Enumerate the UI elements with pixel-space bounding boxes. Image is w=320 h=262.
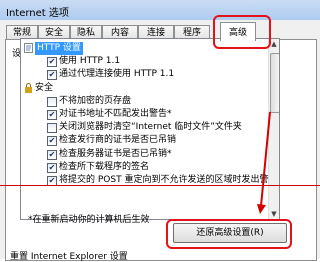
settings-option-row[interactable]: ✔ 检查服务器证书是否已吊销* — [21, 148, 267, 161]
option-checkbox[interactable]: ✔ — [47, 70, 57, 81]
option-label: 检查发行商的证书是否已吊销 — [59, 135, 177, 146]
settings-option-row[interactable]: 不将加密的页存盘 — [21, 95, 267, 108]
option-label: 检查所下载程序的签名 — [59, 161, 150, 172]
option-label: 不将加密的页存盘 — [59, 95, 132, 106]
window-title: Internet 选项 — [6, 8, 69, 19]
settings-group-row[interactable]: 安全 — [21, 82, 267, 95]
option-label: 安全 — [35, 82, 54, 93]
option-label: 对证书地址不匹配发出警告* — [59, 109, 172, 119]
option-checkbox[interactable]: ✔ — [47, 149, 57, 160]
scroll-thumb[interactable] — [270, 53, 279, 113]
scroll-down-arrow-icon[interactable]: ▼ — [269, 209, 279, 219]
option-checkbox[interactable]: ✔ — [47, 110, 57, 120]
option-checkbox[interactable]: ✔ — [47, 57, 57, 68]
settings-option-row[interactable]: 关闭浏览器时清空“Internet 临时文件”文件夹 — [21, 121, 267, 134]
option-label: 通过代理连接使用 HTTP 1.1 — [59, 69, 175, 80]
option-checkbox[interactable]: ✔ — [47, 162, 57, 173]
option-checkbox[interactable] — [47, 96, 57, 107]
option-label: 关闭浏览器时清空“Internet 临时文件”文件夹 — [59, 122, 242, 133]
restart-note: *在重新启动你的计算机后生效 — [28, 215, 150, 225]
annotation-line — [0, 185, 320, 186]
option-label: HTTP 设置 — [35, 42, 83, 55]
settings-list[interactable]: HTTP 设置 ✔ 使用 HTTP 1.1 ✔ 通过代理连接使用 HTTP 1.1 安全不… — [20, 38, 280, 220]
lock-icon — [24, 82, 33, 93]
title-bar: Internet 选项 — [0, 0, 320, 21]
settings-option-row[interactable]: ✔ 对证书地址不匹配发出警告* — [21, 108, 267, 121]
settings-option-row[interactable]: ✔ 通过代理连接使用 HTTP 1.1 — [21, 68, 267, 81]
highlight-restore-button — [166, 219, 292, 249]
settings-option-row[interactable]: ✔ 检查所下载程序的签名 — [21, 161, 267, 174]
tab-advanced[interactable]: 高级 — [220, 22, 256, 41]
option-label: 检查服务器证书是否已吊销* — [59, 148, 172, 159]
vertical-scrollbar[interactable]: ▲ ▼ — [268, 39, 279, 219]
settings-option-row[interactable]: ✔ 使用 HTTP 1.1 — [21, 55, 267, 68]
option-checkbox[interactable] — [47, 123, 57, 134]
reset-ie-section-label: 重置 Internet Explorer 设置 — [10, 252, 128, 262]
settings-option-row[interactable]: ✔ 检查发行商的证书是否已吊销 — [21, 134, 267, 147]
option-label: 使用 HTTP 1.1 — [59, 56, 121, 67]
option-checkbox[interactable]: ✔ — [47, 136, 57, 147]
globe-icon — [24, 43, 33, 53]
